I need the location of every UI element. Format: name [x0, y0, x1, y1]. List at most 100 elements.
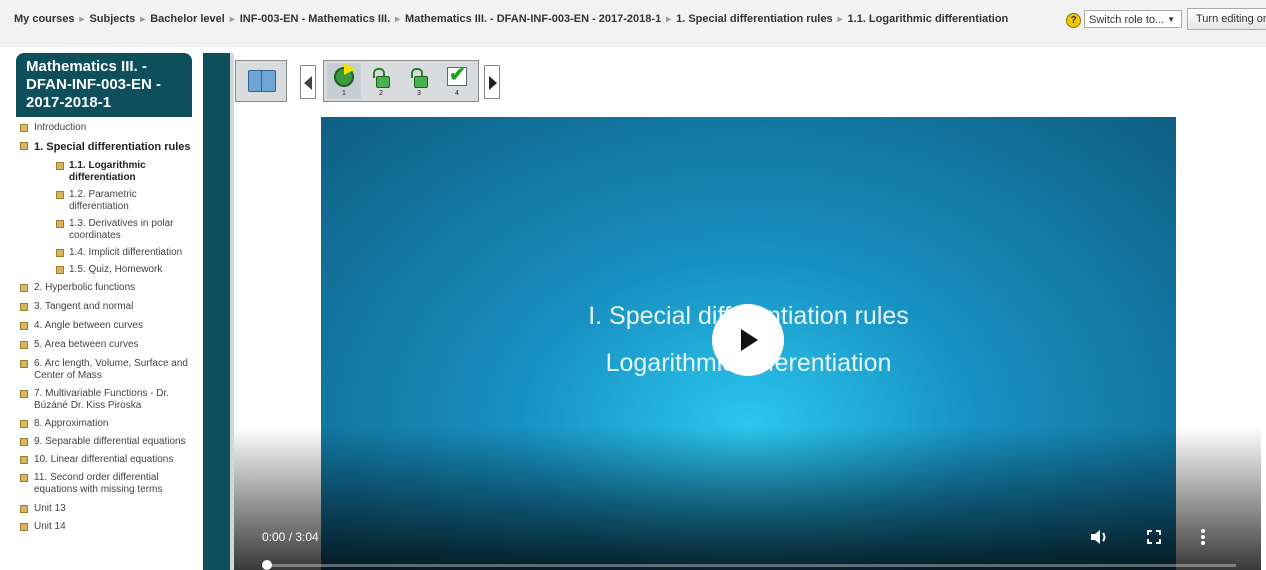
- current-flag-icon: [344, 63, 356, 75]
- bullet-icon: [20, 420, 28, 428]
- toc-item-label: 1.4. Implicit differentiation: [69, 247, 183, 258]
- toc-item-label: 11. Second order differential equations …: [34, 472, 163, 495]
- bullet-icon: [20, 474, 28, 482]
- video-player[interactable]: I. Special differentiation rules Logarit…: [234, 117, 1261, 570]
- page-list: 1 2 3 ✔ 4: [323, 60, 479, 102]
- toc-item-label: 7. Multivariable Functions - Dr. Búzáné …: [34, 388, 170, 411]
- sidebar-divider: [203, 53, 230, 570]
- breadcrumb: My courses ► Subjects ► Bachelor level ► INF-0…: [14, 11, 1014, 27]
- page-button-2[interactable]: 2: [364, 63, 398, 99]
- toc-item-1-5[interactable]: 1.5. Quiz, Homework: [0, 264, 196, 276]
- breadcrumb-separator-icon: ►: [227, 14, 237, 24]
- breadcrumb-separator-icon: ►: [77, 14, 87, 24]
- bullet-icon: [20, 142, 28, 150]
- toc-item-introduction[interactable]: Introduction: [0, 122, 196, 134]
- toc-item-section-2[interactable]: 2. Hyperbolic functions: [0, 282, 196, 294]
- toc-item-label: Unit 13: [34, 503, 66, 514]
- bullet-icon: [56, 191, 64, 199]
- page-number: 4: [455, 90, 459, 97]
- time-display: 0:00 / 3:04: [262, 530, 319, 544]
- unlocked-icon: [411, 68, 428, 88]
- toc-item-1-3[interactable]: 1.3. Derivatives in polar coordinates: [0, 218, 196, 242]
- toc-item-label: 1.3. Derivatives in polar coordinates: [69, 218, 174, 241]
- toc-item-section-6[interactable]: 6. Arc length, Volume, Surface and Cente…: [0, 358, 196, 382]
- help-icon[interactable]: ?: [1066, 13, 1081, 28]
- more-options-icon[interactable]: [1200, 528, 1206, 548]
- bullet-icon: [56, 266, 64, 274]
- toc-item-label: Unit 14: [34, 521, 66, 532]
- breadcrumb-bachelor-level[interactable]: Bachelor level: [150, 13, 225, 25]
- play-button[interactable]: [712, 304, 784, 376]
- bullet-icon: [20, 523, 28, 531]
- toc-item-unit-14[interactable]: Unit 14: [0, 521, 196, 533]
- toc-item-label: 2. Hyperbolic functions: [34, 282, 136, 293]
- volume-icon[interactable]: [1090, 528, 1112, 546]
- chevron-down-icon: ▼: [1167, 15, 1175, 24]
- toc-item-1-2[interactable]: 1.2. Parametric differentiation: [0, 189, 196, 213]
- toc-item-label: 4. Angle between curves: [34, 320, 143, 331]
- bullet-icon: [20, 390, 28, 398]
- toc-item-label: 1.5. Quiz, Homework: [69, 264, 163, 275]
- page-button-4[interactable]: ✔ 4: [440, 63, 474, 99]
- breadcrumb-separator-icon: ►: [664, 14, 674, 24]
- turn-editing-on-button[interactable]: Turn editing on: [1187, 8, 1266, 30]
- breadcrumb-subjects[interactable]: Subjects: [89, 13, 135, 25]
- page-button-3[interactable]: 3: [402, 63, 436, 99]
- arrow-left-icon: [304, 76, 312, 90]
- toc-item-label: 3. Tangent and normal: [34, 301, 134, 312]
- toc-item-label: 9. Separable differential equations: [34, 436, 186, 447]
- progress-knob[interactable]: [262, 560, 272, 570]
- progress-bar[interactable]: [262, 564, 1236, 567]
- toc-item-section-7[interactable]: 7. Multivariable Functions - Dr. Búzáné …: [0, 388, 196, 412]
- page-number: 3: [417, 90, 421, 97]
- bullet-icon: [20, 505, 28, 513]
- bullet-icon: [20, 303, 28, 311]
- toc-item-unit-13[interactable]: Unit 13: [0, 503, 196, 515]
- next-page-button[interactable]: [484, 65, 500, 99]
- book-icon: [248, 70, 276, 92]
- controls-gradient: [234, 427, 1261, 570]
- toc-item-label: 1.2. Parametric differentiation: [69, 189, 137, 212]
- toc-item-1-1[interactable]: 1.1. Logarithmic differentiation: [0, 160, 196, 184]
- play-icon: [741, 329, 758, 351]
- sidebar: Mathematics III. - DFAN-INF-003-EN - 201…: [0, 47, 200, 570]
- bullet-icon: [56, 162, 64, 170]
- toc-item-label: 10. Linear differential equations: [34, 454, 174, 465]
- bullet-icon: [20, 341, 28, 349]
- bullet-icon: [20, 456, 28, 464]
- top-bar: My courses ► Subjects ► Bachelor level ► INF-0…: [0, 0, 1266, 47]
- switch-role-label: Switch role to...: [1089, 14, 1165, 26]
- switch-role-select[interactable]: Switch role to... ▼: [1084, 10, 1182, 28]
- breadcrumb-course[interactable]: Mathematics III. - DFAN-INF-003-EN - 201…: [405, 13, 661, 25]
- toc-item-section-1[interactable]: 1. Special differentiation rules: [0, 140, 196, 154]
- toc-item-label: 1.1. Logarithmic differentiation: [69, 160, 146, 183]
- toc-item-label: 8. Approximation: [34, 418, 109, 429]
- previous-page-button[interactable]: [300, 65, 316, 99]
- breadcrumb-separator-icon: ►: [835, 14, 845, 24]
- table-of-contents-button[interactable]: [235, 60, 287, 102]
- unlocked-icon: [373, 68, 390, 88]
- breadcrumb-subject[interactable]: INF-003-EN - Mathematics III.: [240, 13, 390, 25]
- toc-item-section-11[interactable]: 11. Second order differential equations …: [0, 472, 196, 496]
- toc-item-section-4[interactable]: 4. Angle between curves: [0, 320, 196, 332]
- page-number: 1: [342, 90, 346, 97]
- breadcrumb-separator-icon: ►: [138, 14, 148, 24]
- bullet-icon: [20, 322, 28, 330]
- bullet-icon: [20, 360, 28, 368]
- toc-item-section-9[interactable]: 9. Separable differential equations: [0, 436, 196, 448]
- toc-item-1-4[interactable]: 1.4. Implicit differentiation: [0, 247, 196, 259]
- page-button-1[interactable]: 1: [327, 63, 361, 99]
- arrow-right-icon: [489, 76, 497, 90]
- course-title: Mathematics III. - DFAN-INF-003-EN - 201…: [16, 53, 192, 117]
- toc-item-section-3[interactable]: 3. Tangent and normal: [0, 301, 196, 313]
- breadcrumb-my-courses[interactable]: My courses: [14, 13, 75, 25]
- table-of-contents: Introduction 1. Special differentiation …: [0, 119, 196, 533]
- toc-item-section-10[interactable]: 10. Linear differential equations: [0, 454, 196, 466]
- breadcrumb-section[interactable]: 1. Special differentiation rules: [676, 13, 833, 25]
- bullet-icon: [56, 220, 64, 228]
- toc-item-label: 1. Special differentiation rules: [34, 141, 191, 153]
- toc-item-section-8[interactable]: 8. Approximation: [0, 418, 196, 430]
- fullscreen-icon[interactable]: [1147, 530, 1161, 544]
- toc-item-section-5[interactable]: 5. Area between curves: [0, 339, 196, 351]
- toc-item-label: 5. Area between curves: [34, 339, 139, 350]
